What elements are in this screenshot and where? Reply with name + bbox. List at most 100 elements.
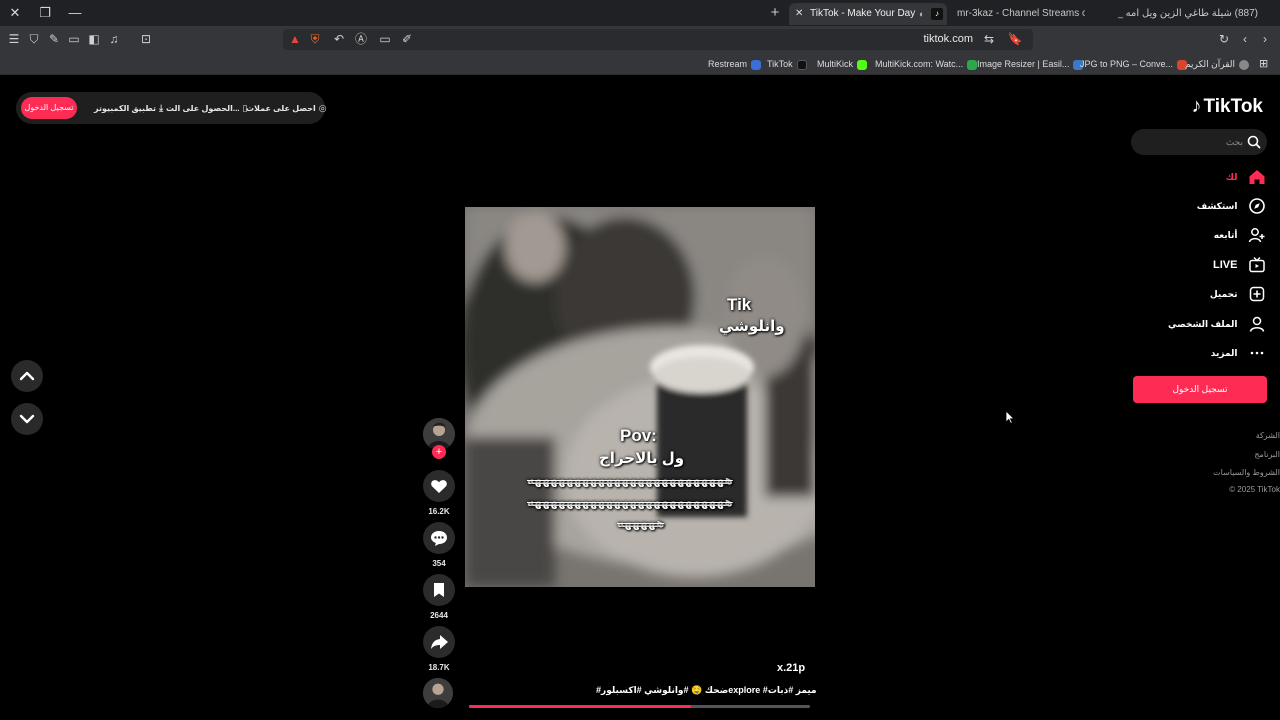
top-login-button[interactable]: تسجيل الدخول (21, 97, 77, 119)
footer-copyright: © 2025 TikTok (1229, 485, 1280, 494)
sidebar-icon[interactable]: ◧ (86, 31, 102, 47)
video-author[interactable]: x.21p (777, 662, 805, 674)
coin-icon: ◎ (318, 103, 327, 113)
following-icon (1248, 227, 1265, 242)
overlay-pov-text: ول يالاحراج (599, 450, 685, 467)
get-coins-link[interactable]: احصل على عملات ◎ (246, 92, 327, 124)
mouse-cursor-icon (1005, 410, 1015, 424)
video-progress-bar[interactable] (469, 705, 810, 708)
overlay-name: وانلوشي (719, 318, 785, 335)
home-icon (1249, 169, 1265, 184)
video-player[interactable]: Tik وانلوشي Pov: ول يالاحراج ههههههههههه… (465, 207, 815, 587)
edit-icon[interactable]: ✐ (399, 31, 415, 47)
close-window-icon[interactable]: ✕ (6, 4, 24, 22)
sidebar-login-button[interactable]: تسجيل الدخول (1133, 376, 1267, 403)
tab-kick[interactable]: mr-3kaz - Channel Streams on Kick (957, 3, 1085, 25)
url-text[interactable]: tiktok.com (923, 29, 973, 50)
forward-icon[interactable]: › (1257, 31, 1273, 47)
chevron-down-icon (19, 414, 35, 424)
pen-icon[interactable]: ✎ (46, 31, 62, 47)
footer-program-link[interactable]: البرنامج (1254, 450, 1280, 459)
tab-title: (887) شيلة طاغي الزين ويل امه _ اداء (1118, 8, 1258, 19)
tiktok-logo[interactable]: ♪ TikTok (1192, 93, 1263, 119)
sidebar-item-for-you[interactable]: لك (1226, 165, 1266, 187)
bookmark-restream[interactable]: Restream (708, 53, 762, 75)
reload-icon[interactable]: ↻ (1216, 31, 1232, 47)
sound-avatar[interactable] (423, 678, 453, 708)
footer-company-link[interactable]: الشركة (1256, 431, 1280, 440)
new-tab-button[interactable]: + (767, 4, 783, 22)
sidebar-item-explore[interactable]: استكشف (1197, 194, 1266, 216)
sidebar-item-upload[interactable]: تحميل (1210, 282, 1266, 304)
upload-icon (1249, 286, 1265, 301)
tab-tiktok[interactable]: ✕ TikTok - Make Your Day ◐ ♪ (789, 3, 947, 25)
video-progress-fill (469, 705, 691, 708)
undo-icon[interactable]: ↶ (331, 31, 347, 47)
top-action-bar: تسجيل الدخول تطبيق الكمبيوتر ⤓ الحصول على… (16, 92, 327, 124)
shield-icon[interactable]: ⛉ (26, 31, 42, 47)
tab-youtube[interactable]: (887) شيلة طاغي الزين ويل امه _ اداء (1118, 3, 1258, 25)
back-icon[interactable]: ‹ (1237, 31, 1253, 47)
bookmark-icon[interactable]: 🔖 (1007, 31, 1023, 47)
heart-icon (431, 480, 447, 493)
search-icon[interactable] (1246, 134, 1262, 150)
chevron-up-icon (19, 371, 35, 381)
comment-button[interactable] (423, 522, 455, 554)
tiktok-icon (796, 59, 807, 70)
follow-plus-icon[interactable]: + (432, 445, 446, 459)
get-app-link[interactable]: الحصول على الت... ▯ (166, 92, 247, 124)
tiktok-page: تسجيل الدخول تطبيق الكمبيوتر ⤓ الحصول على… (0, 76, 1280, 720)
bookmark-multikick-watch[interactable]: MultiKick.com: Watc... (875, 53, 978, 75)
sidebar-item-profile[interactable]: الملف الشخصي (1168, 312, 1266, 334)
save-count: 2644 (430, 611, 448, 620)
brave-shields-icon[interactable]: ⛨ (307, 31, 323, 47)
cast-icon[interactable]: ▭ (377, 31, 393, 47)
tiktok-favicon-icon: ♪ (931, 8, 943, 20)
footer-terms-link[interactable]: الشروط والسياسات (1213, 468, 1280, 477)
bookmarks-bar: Restream TikTok MultiKick MultiKick.com:… (0, 53, 1280, 75)
like-count: 16.2K (428, 507, 450, 516)
screenshot-icon[interactable]: ⊡ (138, 31, 154, 47)
address-bar[interactable]: ▲ ⛨ ↶ Ⓐ ▭ ✐ tiktok.com ⇆ 🔖 (283, 29, 1033, 50)
multikick-icon (857, 59, 868, 70)
tab-title: mr-3kaz - Channel Streams on Kick (957, 8, 1085, 19)
site-settings-icon[interactable]: ⇆ (981, 31, 997, 47)
close-tab-icon[interactable]: ✕ (795, 3, 803, 25)
globe-icon (1239, 59, 1250, 70)
translate-icon[interactable]: Ⓐ (353, 31, 369, 47)
bookmark-quran[interactable]: القرآن الكريم (1185, 53, 1250, 75)
search-box[interactable] (1131, 129, 1267, 155)
more-icon (1250, 351, 1264, 354)
browser-tab-bar: ✕ ❐ — + ✕ TikTok - Make Your Day ◐ ♪ mr-… (0, 0, 1280, 26)
bookmark-image-resizer[interactable]: Image Resizer | Easil... (977, 53, 1084, 75)
bookmark-multikick[interactable]: MultiKick (817, 53, 868, 75)
browser-toolbar: ☰ ⛉ ✎ ▭ ◧ ♫ ⊡ ▲ ⛨ ↶ Ⓐ ▭ ✐ tiktok.com ⇆ 🔖… (0, 26, 1280, 53)
save-button[interactable] (423, 574, 455, 606)
apps-grid-icon[interactable]: ⊞ (1259, 53, 1268, 75)
restore-window-icon[interactable]: ❐ (36, 4, 54, 22)
bookmark-icon (434, 583, 444, 597)
overlay-pov: Pov: (620, 426, 657, 445)
tab-title: TikTok - Make Your Day (810, 8, 916, 19)
previous-video-button[interactable] (11, 360, 43, 392)
share-button[interactable] (423, 626, 455, 658)
overlay-tik: Tik (727, 295, 752, 314)
brave-rewards-icon[interactable]: ▲ (287, 31, 303, 47)
comment-count: 354 (432, 559, 446, 568)
tabs-icon[interactable]: ▭ (66, 31, 82, 47)
tiktok-note-icon: ♪ (1191, 95, 1202, 117)
desktop-app-link[interactable]: تطبيق الكمبيوتر ⤓ (94, 92, 163, 124)
overlay-laugh-line-1: هههههههههههههههههههههههههه (527, 473, 734, 487)
sidebar-item-live[interactable]: LIVE (1213, 253, 1266, 275)
bookmark-jpg-to-png[interactable]: JPG to PNG – Conve... (1080, 53, 1188, 75)
menu-icon[interactable]: ☰ (6, 31, 22, 47)
next-video-button[interactable] (11, 403, 43, 435)
like-button[interactable] (423, 470, 455, 502)
video-caption: #ضحك 🤤 #وانلوشي #اكسبلورexplore #ميمز #ذ… (596, 685, 817, 695)
minimize-window-icon[interactable]: — (66, 4, 84, 22)
sidebar-item-following[interactable]: أتابعه (1214, 223, 1266, 245)
music-icon[interactable]: ♫ (106, 31, 122, 47)
search-input[interactable] (1141, 129, 1243, 155)
bookmark-tiktok[interactable]: TikTok (767, 53, 807, 75)
sidebar-item-more[interactable]: المزيد (1211, 341, 1266, 363)
